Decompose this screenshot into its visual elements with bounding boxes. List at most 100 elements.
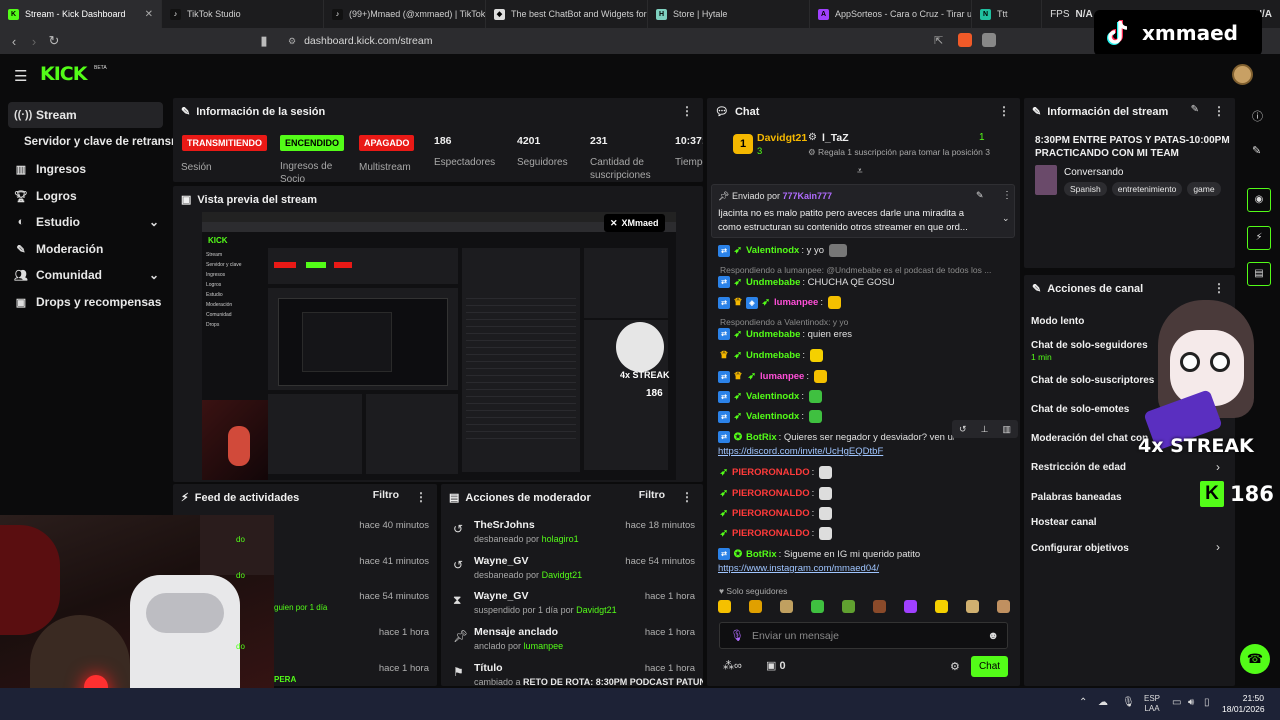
chat-message[interactable]: ♛ ➶ Undmebabe: (718, 349, 1008, 362)
bookmark-icon[interactable]: ▮ (254, 33, 274, 49)
battery-icon[interactable]: ▯ (1204, 697, 1210, 708)
edit-icon[interactable]: ✎ (1191, 104, 1199, 115)
chat-link[interactable]: https://www.instagram.com/mmaed04/ (718, 563, 1008, 574)
support-icon[interactable]: ☎ (1240, 644, 1270, 674)
back-icon[interactable]: ‹ (4, 34, 24, 49)
emote[interactable] (997, 600, 1010, 613)
forward-icon[interactable]: › (24, 34, 44, 49)
kick-logo[interactable]: KICK (40, 63, 87, 85)
more-options-icon[interactable]: ⋮ (998, 104, 1010, 118)
chat-message[interactable]: ➶ PIERORONALDO: (718, 507, 1008, 520)
close-icon[interactable]: ✕ (145, 9, 153, 20)
chat-message[interactable]: ⇄ ♛ ➶ lumanpee: (718, 370, 1008, 383)
more-options-icon[interactable]: ⋮ (681, 490, 693, 504)
pin-icon[interactable]: ✎ (976, 190, 984, 201)
emote[interactable] (811, 600, 824, 613)
stream-preview-video[interactable]: KICK Stream Servidor y clave Ingresos Logro… (202, 212, 676, 480)
chat-message[interactable]: ➶ PIERORONALDO: (718, 466, 1008, 479)
tab-tiktok-profile[interactable]: ♪ (99+)Mmaed (@xmmaed) | TikTok (324, 0, 486, 28)
gift-icon[interactable]: ▣ 0 (766, 659, 786, 672)
emote[interactable] (749, 600, 762, 613)
mod-action-user[interactable]: Título (474, 662, 503, 674)
share-icon[interactable]: ⇱ (934, 34, 943, 47)
emote[interactable] (780, 600, 793, 613)
action-host-channel[interactable]: Hostear canal (1031, 517, 1097, 528)
chat-message[interactable]: ⇄ ♛ ◈ ➶ lumanpee: (718, 296, 1008, 309)
mod-action-user[interactable]: Mensaje anclado (474, 626, 558, 638)
filter-button[interactable]: Filtro (639, 489, 665, 501)
tab-ttt[interactable]: N Ttt (972, 0, 1042, 28)
lightning-icon[interactable]: ⚡︎ (1247, 226, 1271, 250)
more-options-icon[interactable]: ⋮ (415, 490, 427, 504)
camera-icon[interactable]: ◉ (1247, 188, 1271, 212)
emote[interactable] (842, 600, 855, 613)
site-info-icon[interactable]: ⚙ (288, 36, 296, 47)
brave-shield-icon[interactable] (958, 33, 972, 47)
chat-message[interactable]: ⇄ ✪ BotRix: Sigueme en IG mi querido pati… (718, 548, 1008, 560)
sidebar-item-server-key[interactable]: Servidor y clave de retransmisión (18, 129, 173, 155)
emote[interactable] (873, 600, 886, 613)
chat-message[interactable]: ⇄ ✪ BotRix: Quieres ser negador y desviad… (718, 431, 954, 443)
top-gifter-name[interactable]: Davidgt21 (757, 132, 807, 144)
tab-chatbot[interactable]: ◆ The best ChatBot and Widgets for K (486, 0, 648, 28)
emote[interactable] (718, 600, 731, 613)
action-ai-moderation[interactable]: Moderación del chat con IA (1031, 433, 1151, 444)
sidebar-item-income[interactable]: ▥ Ingresos (8, 156, 163, 182)
more-options-icon[interactable]: ⋮ (681, 104, 693, 118)
tab-appsorteos[interactable]: A AppSorteos - Cara o Cruz - Tirar una (810, 0, 972, 28)
language-indicator[interactable]: ESP LAA (1144, 694, 1160, 714)
mic-icon[interactable]: 🎙︎ (730, 629, 744, 642)
chat-message[interactable]: ⇄ ➶ Valentinodx: y yo (718, 244, 1008, 257)
cloud-icon[interactable]: ☁ (1098, 697, 1108, 708)
avatar[interactable] (1232, 64, 1253, 85)
action-goals[interactable]: Configurar objetivos (1031, 543, 1129, 554)
tray-chevron-icon[interactable]: ⌃ (1079, 697, 1087, 708)
chat-link[interactable]: https://discord.com/invite/UcHgEQDtbF (718, 446, 1008, 457)
filter-button[interactable]: Filtro (373, 489, 399, 501)
tab-hytale[interactable]: H Store | Hytale (648, 0, 810, 28)
chat-message[interactable]: ⇄ ➶ Undmebabe: CHUCHA QE GOSU (718, 276, 1008, 288)
category-name[interactable]: Conversando (1064, 167, 1123, 178)
reply-icon[interactable]: ↺ (959, 424, 967, 435)
sidebar-item-stream[interactable]: ((·)) Stream (8, 102, 163, 128)
sidebar-item-drops[interactable]: ▣ Drops y recompensas (8, 289, 163, 315)
reload-icon[interactable]: ↻ (44, 33, 64, 49)
sidebar-item-community[interactable]: 👥︎ Comunidad ⌄ (8, 262, 163, 288)
tab-kick-dashboard[interactable]: K Stream - Kick Dashboard ✕ (0, 0, 162, 28)
emote[interactable] (935, 600, 948, 613)
sidebar-item-studio[interactable]: ◐ Estudio ⌄ (8, 209, 163, 235)
url-field[interactable]: ⚙ dashboard.kick.com/stream (284, 32, 1004, 50)
more-options-icon[interactable]: ⋮ (1213, 104, 1225, 118)
sidebar-item-moderation[interactable]: ✎ Moderación (8, 236, 163, 262)
mic-icon[interactable]: 🎙︎ (1122, 697, 1135, 708)
send-chat-button[interactable]: Chat (971, 656, 1008, 677)
chat-message[interactable]: ⇄ ➶ Undmebabe: quien eres (718, 328, 1008, 340)
mod-action-user[interactable]: Wayne_GV (474, 590, 528, 602)
more-options-icon[interactable]: ⋮ (1002, 190, 1012, 201)
tab-tiktok-studio[interactable]: ♪ TikTok Studio (162, 0, 324, 28)
action-subs-only[interactable]: Chat de solo-suscriptores (1031, 375, 1154, 386)
emote[interactable] (904, 600, 917, 613)
action-slow-mode[interactable]: Modo lento (1031, 316, 1084, 327)
chat-message[interactable]: ➶ PIERORONALDO: (718, 487, 1008, 500)
volume-icon[interactable]: 🔊︎ (1188, 697, 1194, 708)
rewards-icon[interactable] (982, 33, 996, 47)
pin-icon[interactable]: ⊥ (981, 424, 989, 435)
delete-icon[interactable]: ▥ (1002, 424, 1011, 435)
gifter-2-name[interactable]: l_TaZ (822, 132, 849, 144)
info-icon[interactable]: ⓘ (1252, 108, 1263, 124)
document-icon[interactable]: ▤ (1247, 262, 1271, 286)
edit-icon[interactable]: ✎ (1252, 144, 1261, 157)
network-icon[interactable]: ▭ (1172, 697, 1181, 708)
chat-message[interactable]: ➶ PIERORONALDO: (718, 527, 1008, 540)
chat-message[interactable]: ⇄ ➶ Valentinodx: (718, 390, 1008, 403)
mod-action-user[interactable]: TheSrJohns (474, 519, 535, 531)
chevron-down-icon[interactable]: ⌄ (1002, 213, 1010, 224)
chat-input[interactable]: 🎙︎ Enviar un mensaje ☻ (719, 622, 1008, 649)
emoji-icon[interactable]: ☻ (987, 630, 999, 642)
action-banned-words[interactable]: Palabras baneadas (1031, 492, 1122, 503)
expand-icon[interactable]: ⩡ (857, 166, 863, 177)
mod-action-user[interactable]: Wayne_GV (474, 555, 528, 567)
action-age-restriction[interactable]: Restricción de edad (1031, 462, 1126, 473)
emote[interactable] (966, 600, 979, 613)
